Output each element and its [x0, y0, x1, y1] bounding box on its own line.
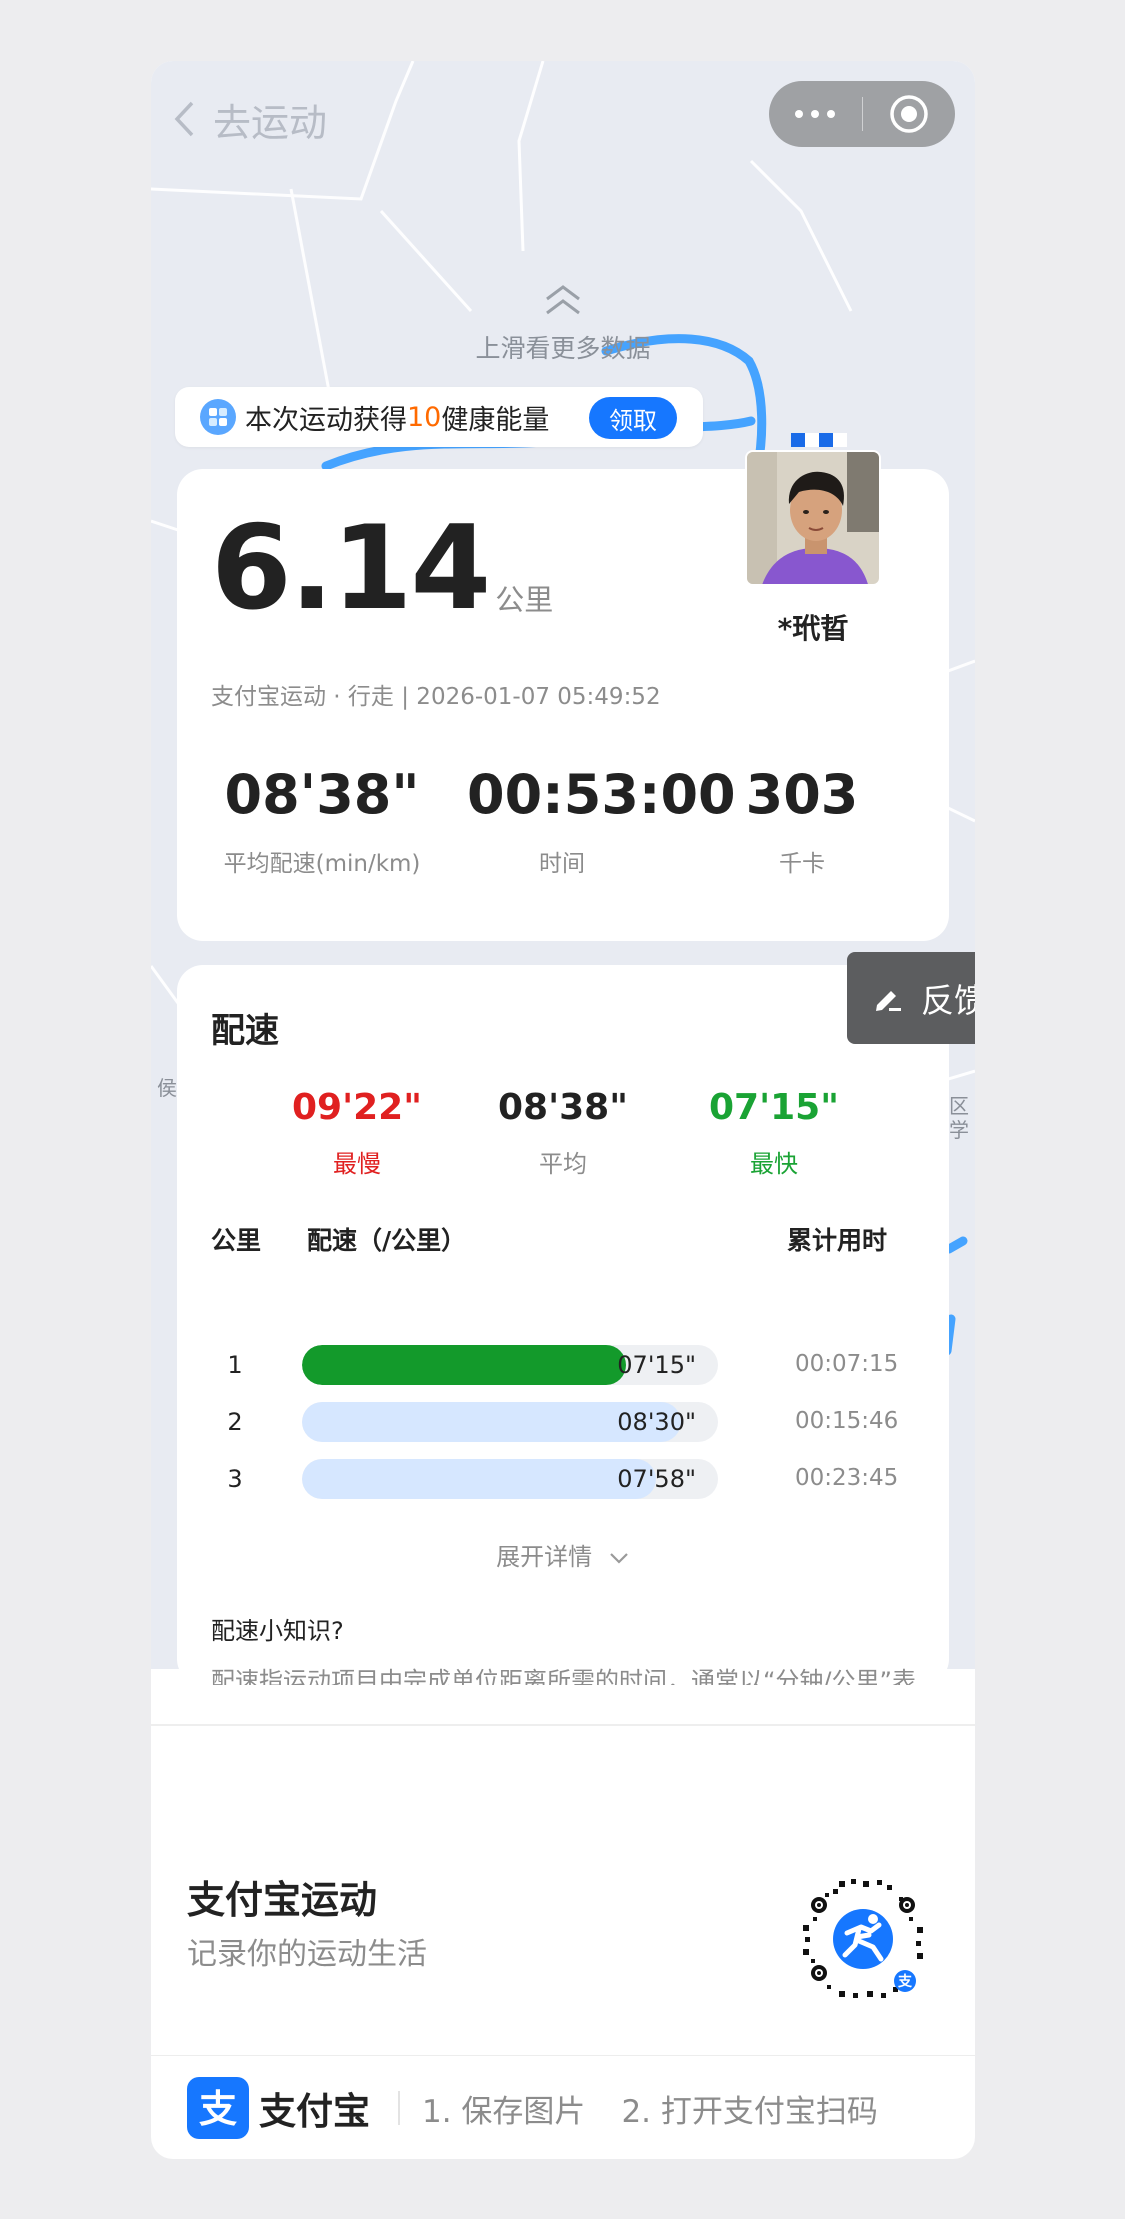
- claim-energy-button[interactable]: 领取: [589, 397, 677, 439]
- pace-fastest: 07'15" 最快: [674, 1087, 874, 1179]
- svg-text:区: 区: [949, 1094, 969, 1118]
- swipe-hint: 上滑看更多数据: [475, 334, 651, 363]
- alipay-glyph-icon: 支: [199, 2087, 237, 2130]
- header-cumulative: 累计用时: [787, 1226, 888, 1255]
- share-card: 侯 区 学 苏 去运动 上滑看更多数据: [151, 61, 975, 2159]
- row-pace: 07'58": [617, 1465, 696, 1493]
- user-name: *玳晢: [777, 612, 849, 645]
- distance-unit: 公里: [495, 583, 554, 617]
- pace-bar-fill: [302, 1345, 627, 1385]
- footer-brand: 支付宝: [259, 2090, 370, 2133]
- footer-separator: [398, 2091, 400, 2125]
- row-km: 3: [227, 1465, 243, 1493]
- pace-fastest-value: 07'15": [709, 1087, 839, 1128]
- pace-tip-body: 配速指运动项目中完成单位距离所需的时间，通常以“分钟/公里”表达。例如16'46…: [211, 1667, 916, 1685]
- pace-bar-track: 07'58": [302, 1459, 718, 1499]
- pace-average-label: 平均: [539, 1150, 587, 1178]
- dot-icon: [827, 110, 836, 118]
- qr-code[interactable]: 支: [799, 1875, 927, 2003]
- pace-row: 1 07'15" 00:07:15: [177, 1343, 949, 1387]
- expand-label: 展开详情: [496, 1543, 593, 1571]
- stat-label: 时间: [539, 851, 585, 878]
- health-app-icon: [200, 399, 236, 435]
- footer-divider: [151, 2055, 975, 2056]
- header-km: 公里: [211, 1226, 262, 1255]
- back-label: 去运动: [213, 100, 328, 145]
- feedback-button[interactable]: 反馈与投诉: [847, 952, 975, 1044]
- stat-value: 00:53:00: [467, 763, 736, 826]
- promo-subtitle: 记录你的运动生活: [187, 1937, 427, 1972]
- pace-title: 配速: [211, 1011, 279, 1051]
- pace-bar-track: 07'15": [302, 1345, 718, 1385]
- back-button[interactable]: 去运动: [173, 91, 327, 147]
- pace-slowest: 09'22" 最慢: [257, 1087, 457, 1179]
- row-cumulative: 00:15:46: [795, 1408, 899, 1434]
- avatar-image: [747, 452, 879, 584]
- energy-suffix: 健康能量: [441, 404, 550, 436]
- footer-step-save: 1. 保存图片: [422, 2093, 586, 2130]
- close-miniapp-button[interactable]: [863, 92, 956, 136]
- pace-card: 配速 09'22" 最慢 08'38" 平均 07'15" 最快 公里 配速（/…: [177, 965, 949, 1685]
- row-cumulative: 00:07:15: [795, 1351, 899, 1377]
- energy-prefix: 本次运动获得: [245, 404, 407, 436]
- pace-slowest-value: 09'22": [292, 1087, 422, 1128]
- svg-text:侯: 侯: [157, 1076, 177, 1100]
- distance-value: 6.14: [211, 501, 491, 636]
- chevron-down-icon: [610, 1553, 628, 1564]
- activity-meta: 支付宝运动 · 行走 | 2026-01-07 05:49:52: [211, 684, 661, 710]
- footer: 支 支付宝 1. 保存图片 2. 打开支付宝扫码: [187, 2077, 914, 2139]
- svg-text:学: 学: [949, 1118, 969, 1142]
- chevron-left-icon: [174, 101, 194, 137]
- alipay-logo-icon: 支: [187, 2077, 249, 2139]
- pace-average-value: 08'38": [498, 1087, 628, 1128]
- row-pace: 08'30": [617, 1408, 696, 1436]
- row-km: 1: [227, 1351, 243, 1379]
- pace-bar-fill: [302, 1459, 656, 1499]
- section-divider: [151, 1724, 975, 1726]
- stat-label: 平均配速(min/km): [223, 851, 421, 878]
- pace-slowest-label: 最慢: [333, 1150, 381, 1178]
- stat-label: 千卡: [779, 851, 825, 878]
- stat-value: 303: [745, 763, 859, 826]
- pace-fastest-label: 最快: [750, 1150, 798, 1178]
- stat-calories: 303 千卡: [657, 765, 947, 878]
- summary-card: 6.14 公里 支付宝运动 · 行走 | 2026-01-07 05:49:52…: [177, 450, 949, 941]
- avatar: [745, 450, 881, 586]
- miniapp-capsule: [769, 81, 955, 147]
- feedback-label: 反馈与投诉: [921, 981, 975, 1020]
- footer-step-scan: 2. 打开支付宝扫码: [621, 2093, 878, 2130]
- svg-text:支: 支: [199, 2087, 237, 2130]
- distance: 6.14 公里: [211, 511, 553, 627]
- stat-value: 08'38": [224, 763, 420, 826]
- pace-tip-title: 配速小知识?: [211, 1617, 344, 1645]
- svg-text:支: 支: [897, 1973, 913, 1990]
- row-cumulative: 00:23:45: [795, 1465, 899, 1491]
- more-button[interactable]: [769, 110, 862, 118]
- header-pace: 配速（/公里）: [307, 1226, 467, 1255]
- pace-average: 08'38" 平均: [463, 1087, 663, 1179]
- pace-row: 2 08'30" 00:15:46: [177, 1400, 949, 1444]
- stat-duration: 00:53:00 时间: [467, 763, 736, 878]
- row-km: 2: [227, 1408, 243, 1436]
- energy-amount: 10: [407, 401, 442, 433]
- dot-icon: [811, 110, 820, 118]
- promo-title: 支付宝运动: [187, 1878, 378, 1922]
- pace-row: 3 07'58" 00:23:45: [177, 1457, 949, 1501]
- dot-icon: [795, 110, 804, 118]
- energy-banner: 本次运动获得 10 健康能量 领取: [175, 387, 703, 447]
- expand-details-button[interactable]: 展开详情: [177, 1537, 949, 1572]
- row-pace: 07'15": [617, 1351, 696, 1379]
- stats-row: 08'38" 平均配速(min/km) 00:53:00 时间 303 千卡: [177, 765, 949, 878]
- target-icon: [890, 95, 928, 133]
- pace-bar-track: 08'30": [302, 1402, 718, 1442]
- stat-avg-pace: 08'38" 平均配速(min/km): [177, 765, 467, 878]
- edit-icon: [876, 991, 901, 1011]
- double-chevron-up-icon: [546, 285, 580, 315]
